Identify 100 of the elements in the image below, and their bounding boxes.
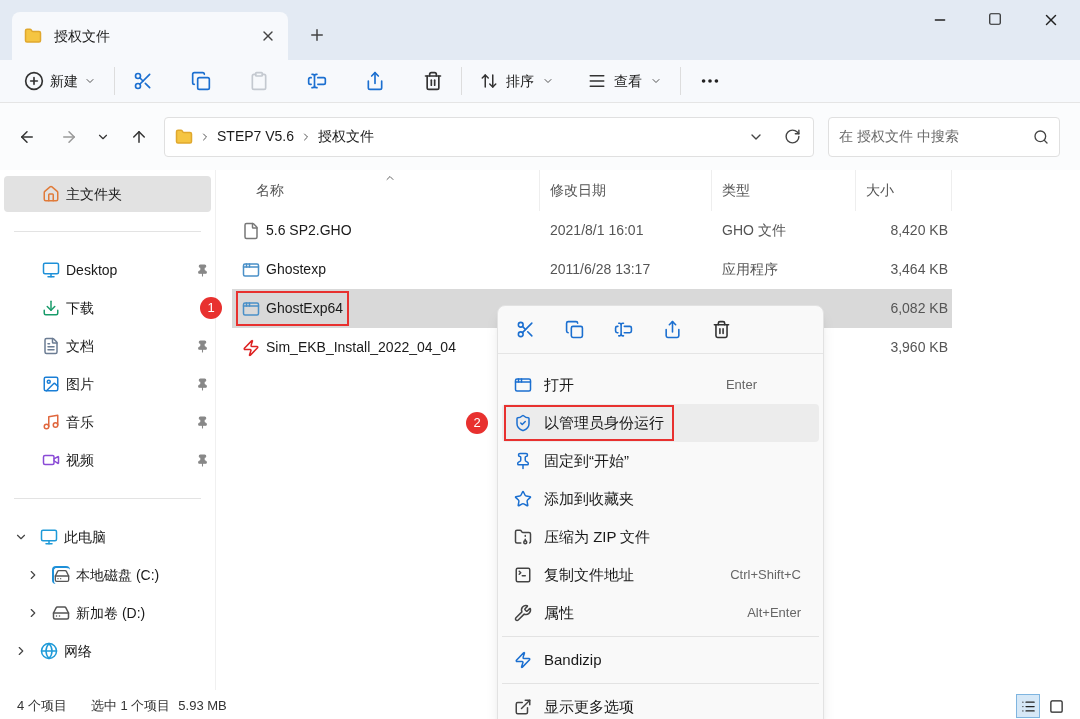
search-input[interactable]: 在 授权文件 中搜索 bbox=[839, 126, 1033, 147]
file-row[interactable]: 5.6 SP2.GHO 2021/8/1 16:01 GHO 文件 8,420 KB bbox=[232, 211, 952, 250]
rename-icon[interactable] bbox=[614, 320, 633, 339]
item-count: 4 个项目 bbox=[17, 697, 67, 716]
window-icon bbox=[514, 376, 532, 394]
menu-label: 压缩为 ZIP 文件 bbox=[544, 526, 651, 547]
sidebar-item[interactable]: 文档 bbox=[66, 335, 94, 357]
sidebar-item[interactable]: 视频 bbox=[66, 449, 94, 471]
menu-label: 显示更多选项 bbox=[544, 696, 634, 717]
app-icon bbox=[242, 260, 260, 279]
menu-item[interactable]: 属性 Alt+Enter bbox=[502, 594, 819, 632]
menu-item[interactable]: 压缩为 ZIP 文件 bbox=[502, 518, 819, 556]
menu-item[interactable]: 显示更多选项 bbox=[502, 688, 819, 719]
download-icon bbox=[42, 299, 60, 317]
delete-icon[interactable] bbox=[423, 71, 443, 91]
sidebar-item[interactable]: 下载 bbox=[66, 297, 94, 319]
new-tab-icon[interactable] bbox=[308, 26, 326, 44]
rename-icon[interactable] bbox=[307, 71, 327, 91]
file-icon bbox=[242, 221, 260, 240]
menu-item[interactable]: 打开 Enter bbox=[502, 366, 819, 404]
breadcrumb[interactable]: 授权文件 bbox=[318, 126, 375, 147]
refresh-icon[interactable] bbox=[784, 128, 801, 145]
share-icon[interactable] bbox=[663, 320, 682, 339]
file-name: Sim_EKB_Install_2022_04_04 bbox=[266, 338, 456, 357]
pin-icon bbox=[514, 452, 532, 470]
shield-icon bbox=[514, 414, 532, 432]
pin-icon[interactable] bbox=[196, 263, 209, 277]
folder-icon bbox=[175, 127, 193, 146]
maximize-icon[interactable] bbox=[988, 12, 1002, 26]
file-name: GhostExp64 bbox=[266, 299, 344, 318]
search-field[interactable]: 在 授权文件 中搜索 bbox=[828, 116, 1060, 157]
sidebar-item[interactable]: 音乐 bbox=[66, 411, 94, 433]
breadcrumb[interactable]: STEP7 V5.6 bbox=[217, 126, 295, 147]
file-row[interactable]: Ghostexp 2011/6/28 13:17 应用程序 3,464 KB bbox=[232, 250, 952, 289]
column-header[interactable]: 类型 bbox=[722, 180, 750, 201]
file-row[interactable]: Sim_EKB_Install_2022_04_04 3,960 KB bbox=[232, 328, 952, 367]
pin-icon[interactable] bbox=[196, 415, 209, 429]
menu-label: 复制文件地址 bbox=[544, 564, 634, 585]
callout-badge: 2 bbox=[466, 412, 488, 434]
column-header[interactable]: 大小 bbox=[866, 180, 894, 201]
tab-title: 授权文件 bbox=[54, 26, 110, 46]
cut-icon[interactable] bbox=[516, 320, 535, 339]
picture-icon bbox=[42, 375, 60, 393]
file-name: Ghostexp bbox=[266, 260, 326, 279]
menu-item[interactable]: 固定到“开始” bbox=[502, 442, 819, 480]
plus-icon bbox=[24, 71, 44, 91]
column-header[interactable]: 修改日期 bbox=[550, 180, 606, 201]
file-type: GHO 文件 bbox=[722, 222, 786, 238]
file-size: 3,464 KB bbox=[890, 260, 948, 279]
tab[interactable]: 授权文件 bbox=[12, 12, 288, 60]
shortcut-text: Alt+Enter bbox=[747, 604, 801, 623]
menu-label: 固定到“开始” bbox=[544, 450, 629, 471]
shortcut-text: Enter bbox=[725, 376, 757, 395]
menu-item[interactable]: 添加到收藏夹 bbox=[502, 480, 819, 518]
selection-count: 选中 1 个项目 bbox=[90, 697, 171, 716]
selection-size: 5.93 MB bbox=[178, 697, 227, 716]
copy-icon[interactable] bbox=[191, 71, 211, 91]
document-icon bbox=[42, 337, 60, 355]
file-type: 应用程序 bbox=[722, 261, 778, 277]
search-icon[interactable] bbox=[1033, 128, 1049, 145]
share-icon[interactable] bbox=[365, 71, 385, 91]
menu-label: 打开 bbox=[544, 374, 574, 395]
installer-icon bbox=[242, 338, 260, 357]
address-bar[interactable]: STEP7 V5.6 授权文件 bbox=[164, 116, 814, 157]
network-icon bbox=[40, 642, 58, 660]
sidebar-item[interactable]: 网络 bbox=[64, 640, 92, 662]
sort-icon bbox=[480, 72, 498, 90]
sidebar-item[interactable]: 此电脑 bbox=[64, 526, 106, 548]
menu-item[interactable]: Bandizip bbox=[502, 641, 819, 679]
sidebar-item[interactable]: 图片 bbox=[66, 373, 94, 395]
cut-icon[interactable] bbox=[133, 71, 153, 91]
shortcut-text: Ctrl+Shift+C bbox=[730, 566, 801, 585]
zip-folder-icon bbox=[514, 528, 532, 546]
lines-icon bbox=[588, 72, 606, 90]
file-size: 8,420 KB bbox=[890, 221, 948, 240]
delete-icon[interactable] bbox=[712, 320, 731, 339]
more-options-icon bbox=[514, 698, 532, 716]
file-name: 5.6 SP2.GHO bbox=[266, 221, 352, 240]
sidebar-item[interactable]: 本地磁盘 (C:) bbox=[76, 564, 160, 586]
pin-icon[interactable] bbox=[196, 377, 209, 391]
menu-item[interactable]: 复制文件地址 Ctrl+Shift+C bbox=[502, 556, 819, 594]
pin-icon[interactable] bbox=[196, 339, 209, 353]
sidebar-item[interactable]: Desktop bbox=[66, 259, 118, 281]
sidebar-item[interactable]: 主文件夹 bbox=[4, 176, 211, 212]
file-date: 2021/8/1 16:01 bbox=[550, 222, 644, 238]
new-button[interactable]: 新建 bbox=[24, 70, 96, 92]
details-view-button[interactable] bbox=[1016, 694, 1040, 718]
column-header[interactable]: 名称 bbox=[256, 180, 284, 201]
menu-label: 以管理员身份运行 bbox=[544, 412, 664, 433]
star-icon bbox=[514, 490, 532, 508]
view-button[interactable]: 查看 bbox=[588, 70, 662, 92]
system-drive-icon bbox=[52, 566, 70, 584]
wrench-icon bbox=[514, 604, 532, 622]
sidebar-item[interactable]: 新加卷 (D:) bbox=[76, 602, 146, 624]
copy-icon[interactable] bbox=[565, 320, 584, 339]
sort-button[interactable]: 排序 bbox=[480, 70, 554, 92]
drive-icon bbox=[52, 604, 70, 622]
list-icon bbox=[1020, 698, 1036, 714]
pin-icon[interactable] bbox=[196, 453, 209, 467]
callout-badge: 1 bbox=[200, 297, 222, 319]
